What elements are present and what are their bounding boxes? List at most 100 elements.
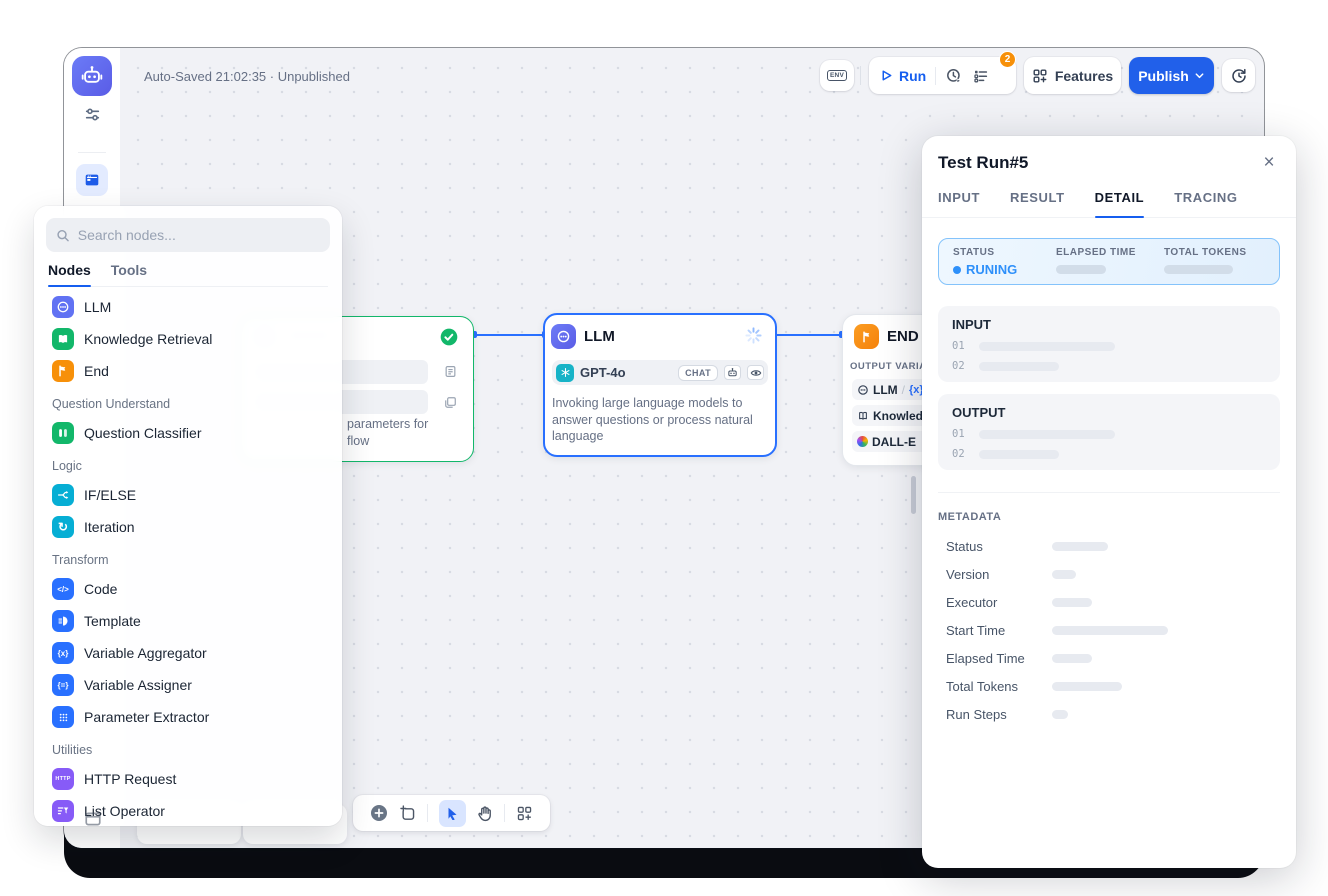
run-group-divider xyxy=(935,67,936,85)
list-item-iteration[interactable]: ↻ Iteration xyxy=(48,511,328,543)
env-button[interactable]: ENV xyxy=(820,60,854,91)
llm-node-title: LLM xyxy=(584,328,615,345)
vision-badge xyxy=(747,365,764,380)
list-item-template[interactable]: Template xyxy=(48,605,328,637)
node-picker-panel: Nodes Tools LLM Knowledge Retrieval End … xyxy=(34,206,342,826)
list-item-question-classifier[interactable]: Question Classifier xyxy=(48,417,328,449)
status-value: RUNING xyxy=(953,262,1056,277)
item-label: Variable Aggregator xyxy=(84,645,207,661)
item-label: HTTP Request xyxy=(84,771,176,787)
text-field-icon xyxy=(444,365,457,383)
llm-node-description: Invoking large language models to answer… xyxy=(552,395,762,445)
pointer-mode-button[interactable] xyxy=(439,800,466,827)
line-number: 01 xyxy=(952,428,965,440)
close-icon[interactable]: × xyxy=(1256,150,1282,176)
knowledge-retrieval-icon xyxy=(52,328,74,350)
list-item-parameter-extractor[interactable]: Parameter Extractor xyxy=(48,701,328,733)
question-classifier-icon xyxy=(52,422,74,444)
llm-node-icon xyxy=(551,324,576,349)
add-node-button[interactable] xyxy=(370,804,388,822)
metadata-row-run-steps: Run Steps xyxy=(946,707,1276,722)
end-node-icon xyxy=(854,324,879,349)
edge-start-llm xyxy=(474,334,546,336)
end-var-name: Knowled xyxy=(873,409,923,423)
gpt-icon xyxy=(556,364,574,382)
sidebar-bottom-button[interactable] xyxy=(84,810,102,833)
metadata-row-status: Status xyxy=(946,539,1276,554)
tab-detail[interactable]: DETAIL xyxy=(1095,190,1145,218)
variable-aggregator-icon: {x} xyxy=(52,642,74,664)
iteration-icon: ↻ xyxy=(52,516,74,538)
status-card: STATUS RUNING ELAPSED TIME TOTAL TOKENS xyxy=(938,238,1280,285)
run-history-button[interactable] xyxy=(945,67,963,85)
publish-button[interactable]: Publish xyxy=(1129,57,1214,94)
item-label: Iteration xyxy=(84,519,135,535)
tab-tools[interactable]: Tools xyxy=(111,254,147,286)
elapsed-time-label: ELAPSED TIME xyxy=(1056,247,1164,258)
template-icon xyxy=(52,610,74,632)
search-input[interactable] xyxy=(78,227,320,243)
metadata-title: METADATA xyxy=(938,511,1001,523)
variable-assigner-icon: {=} xyxy=(52,674,74,696)
status-label: STATUS xyxy=(953,247,1056,258)
list-item-end[interactable]: End xyxy=(48,355,328,387)
list-item-variable-aggregator[interactable]: {x} Variable Aggregator xyxy=(48,637,328,669)
metadata-row-elapsed-time: Elapsed Time xyxy=(946,651,1276,666)
list-item-if-else[interactable]: IF/ELSE xyxy=(48,479,328,511)
list-item-code[interactable]: </> Code xyxy=(48,573,328,605)
tab-input[interactable]: INPUT xyxy=(938,190,980,218)
add-note-button[interactable] xyxy=(399,805,416,822)
env-icon: ENV xyxy=(827,70,847,81)
tab-result[interactable]: RESULT xyxy=(1010,190,1065,218)
clock-play-icon xyxy=(945,67,963,85)
sliders-icon xyxy=(84,106,101,123)
canvas-scrollbar-thumb[interactable] xyxy=(911,476,916,514)
output-variables-label: OUTPUT VARIA xyxy=(850,361,927,372)
run-button[interactable]: Run xyxy=(880,68,926,84)
end-node-title: END xyxy=(887,328,919,345)
preferences-button[interactable] xyxy=(76,102,108,126)
workflow-tool-button[interactable] xyxy=(76,164,108,196)
robot-icon xyxy=(79,63,105,89)
paragraph-field-icon xyxy=(444,396,457,414)
version-history-button[interactable] xyxy=(1222,59,1255,92)
input-skeleton xyxy=(979,342,1115,351)
cursor-icon xyxy=(445,806,459,820)
list-item-variable-assigner[interactable]: {=} Variable Assigner xyxy=(48,669,328,701)
tab-nodes[interactable]: Nodes xyxy=(48,254,91,286)
list-operator-icon xyxy=(52,800,74,822)
llm-model-row[interactable]: GPT-4o CHAT xyxy=(552,360,768,385)
metadata-row-version: Version xyxy=(946,567,1276,582)
organize-nodes-button[interactable] xyxy=(516,805,533,822)
metadata-skeleton xyxy=(1052,598,1092,607)
status-dot xyxy=(953,266,961,274)
output-title: OUTPUT xyxy=(952,405,1266,420)
node-search[interactable] xyxy=(46,218,330,252)
metadata-skeleton xyxy=(1052,654,1092,663)
line-number: 02 xyxy=(952,448,965,460)
list-item-http-request[interactable]: HTTP HTTP Request xyxy=(48,763,328,795)
item-label: Variable Assigner xyxy=(84,677,192,693)
tab-tracing[interactable]: TRACING xyxy=(1174,190,1237,218)
note-add-icon xyxy=(399,805,416,822)
input-title: INPUT xyxy=(952,317,1266,332)
list-item-llm[interactable]: LLM xyxy=(48,291,328,323)
item-label: Template xyxy=(84,613,141,629)
metadata-row-start-time: Start Time xyxy=(946,623,1276,638)
history-icon xyxy=(1230,67,1248,85)
item-label: Knowledge Retrieval xyxy=(84,331,212,347)
features-button[interactable]: Features xyxy=(1024,57,1121,94)
llm-model-name: GPT-4o xyxy=(580,365,672,380)
hand-mode-button[interactable] xyxy=(476,805,493,822)
list-item-knowledge-retrieval[interactable]: Knowledge Retrieval xyxy=(48,323,328,355)
checklist-button[interactable] xyxy=(972,67,990,85)
app-logo[interactable] xyxy=(72,56,112,96)
panel-window-icon xyxy=(84,810,102,828)
section-utilities: Utilities xyxy=(48,737,328,763)
section-transform: Transform xyxy=(48,547,328,573)
running-spinner-icon xyxy=(744,326,763,350)
publish-label: Publish xyxy=(1138,68,1189,84)
run-panel-tabs: INPUT RESULT DETAIL TRACING xyxy=(938,190,1238,218)
node-list: LLM Knowledge Retrieval End Question Und… xyxy=(46,287,330,827)
chevron-down-icon xyxy=(1194,70,1205,81)
